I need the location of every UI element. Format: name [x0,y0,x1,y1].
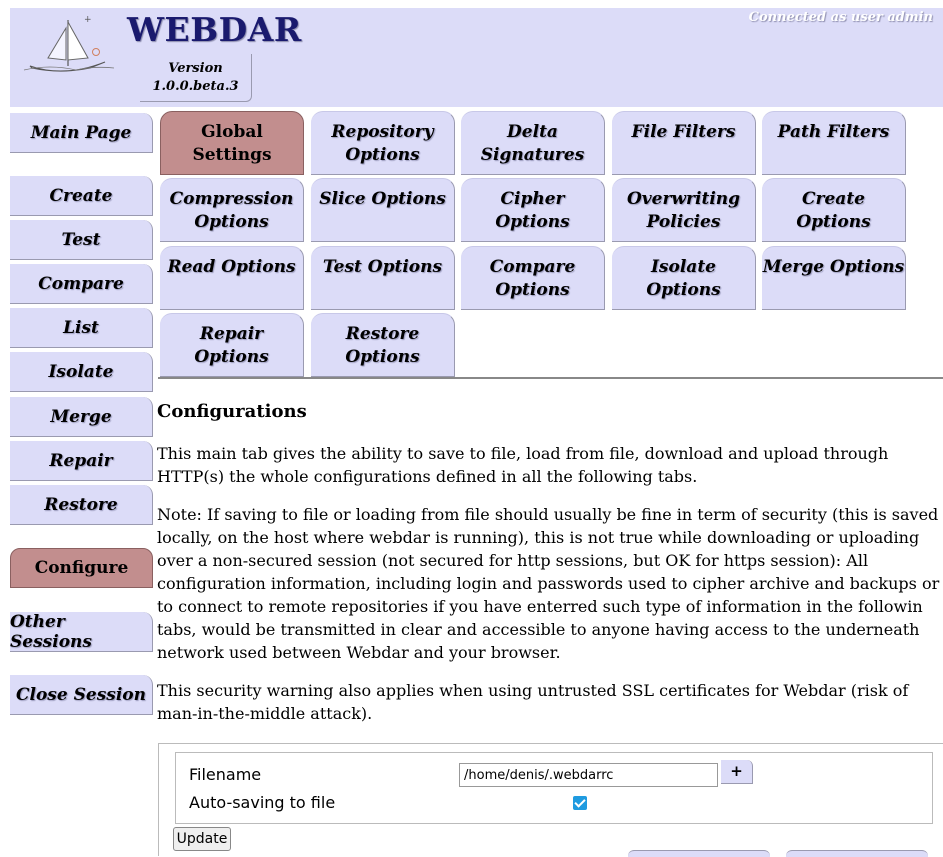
tab-label-line2: Options [194,212,269,232]
tab-label: Path Filters [777,122,890,142]
tab-label: File Filters [631,122,736,142]
tab-test-options[interactable]: Test Options [311,246,455,310]
tab-label: Merge Options [762,257,905,277]
tab-file-filters[interactable]: File Filters [612,111,756,175]
sidebar-item-list[interactable]: List [10,308,153,348]
tab-label: Isolate Options [646,257,721,300]
autosave-label: Auto-saving to file [189,793,336,812]
filename-label: Filename [189,765,262,784]
tab-compare-options[interactable]: Compare Options [461,246,605,310]
tab-repository-options[interactable]: Repository Options [311,111,455,175]
tab-cipher-options[interactable]: Cipher Options [461,178,605,242]
tab-label: Compression [169,189,294,209]
tab-read-options[interactable]: Read Options [160,246,304,310]
tab-label: Repository [331,122,434,142]
sidebar-item-main-page[interactable]: Main Page [10,113,153,153]
tab-delta-signatures[interactable]: Delta Signatures [461,111,605,175]
tab-label-line2: Signatures [480,145,585,165]
next-button-edge [786,850,928,857]
sidebar-item-close-session[interactable]: Close Session [10,675,153,715]
tab-label: Slice Options [319,189,446,209]
sidebar-item-compare[interactable]: Compare [10,264,153,304]
tab-label-line2: Options [345,347,420,367]
tab-label-line2: Policies [646,212,721,232]
sidebar-item-merge[interactable]: Merge [10,397,153,437]
filename-field[interactable] [459,763,718,787]
sailboat-logo: + [23,15,115,72]
tab-label: Overwriting [626,189,741,209]
tab-slice-options[interactable]: Slice Options [311,178,455,242]
sidebar-item-test[interactable]: Test [10,220,153,260]
tab-isolate-options[interactable]: Isolate Options [612,246,756,310]
update-button[interactable]: Update [173,827,231,851]
main-content: Configurations This main tab gives the a… [157,400,943,740]
tab-label: Cipher Options [495,189,570,232]
tab-label-line2: Options [345,145,420,165]
tab-label: Global Settings [192,122,272,165]
tab-global-settings[interactable]: Global Settings [160,111,304,175]
tab-label-line2: Options [495,280,570,300]
sidebar-item-isolate[interactable]: Isolate [10,352,153,392]
svg-text:+: + [84,15,92,25]
tab-label: Compare [489,257,576,277]
tab-path-filters[interactable]: Path Filters [762,111,906,175]
version-label: Version [168,61,223,76]
tab-label: Restore [345,324,420,344]
sidebar-item-repair[interactable]: Repair [10,441,153,481]
tab-overwriting-policies[interactable]: Overwriting Policies [612,178,756,242]
ssl-warning-paragraph: This security warning also applies when … [157,681,909,723]
app-title: WEBDAR [127,10,302,49]
tab-label: Read Options [167,257,296,277]
autosave-checkbox[interactable] [573,796,587,810]
tab-label: Test Options [322,257,443,277]
page-title: Configurations [157,401,307,422]
tab-divider [158,377,943,379]
tab-label: Create Options [796,189,871,232]
sidebar-item-create[interactable]: Create [10,176,153,216]
next-button-edge [628,850,770,857]
security-note-paragraph: Note: If saving to file or loading from … [157,505,940,662]
version-box: Version 1.0.0.beta.3 [140,54,252,102]
tab-repair-options[interactable]: Repair Options [160,313,304,377]
connection-status: Connected as user admin [748,10,933,25]
version-number: 1.0.0.beta.3 [152,79,239,94]
description-paragraph: This main tab gives the ability to save … [157,444,889,486]
tab-restore-options[interactable]: Restore Options [311,313,455,377]
sidebar-item-restore[interactable]: Restore [10,485,153,525]
tab-compression-options[interactable]: Compression Options [160,178,304,242]
sidebar-item-configure[interactable]: Configure [10,548,153,588]
tab-create-options[interactable]: Create Options [762,178,906,242]
sidebar-item-other-sessions[interactable]: Other Sessions [10,612,153,652]
tab-merge-options[interactable]: Merge Options [762,246,906,310]
add-button[interactable]: + [721,760,753,784]
tab-label: Delta [507,122,558,142]
tab-label: Repair Options [194,324,269,367]
